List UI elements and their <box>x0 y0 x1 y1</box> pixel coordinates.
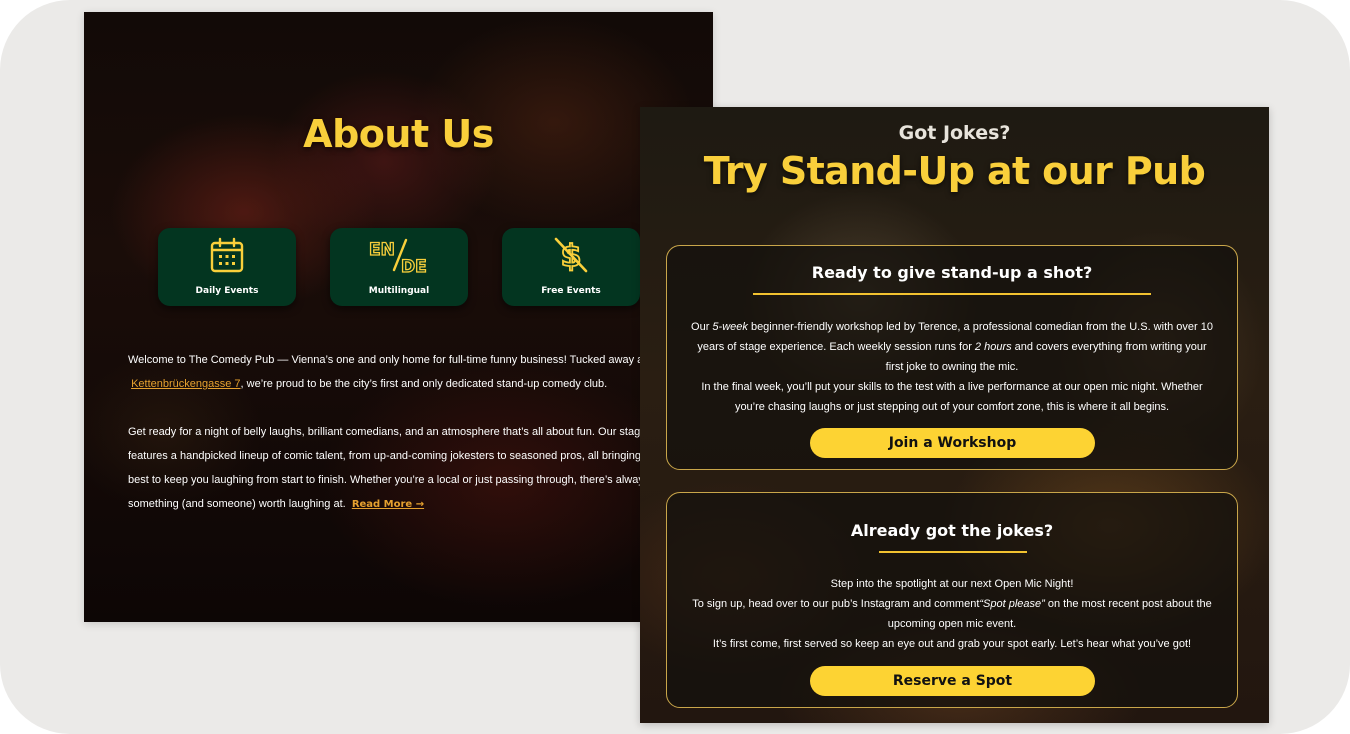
about-paragraph-1: Welcome to The Comedy Pub — Vienna’s one… <box>128 348 713 396</box>
workshop-description: Our 5-week beginner-friendly workshop le… <box>687 317 1217 417</box>
feature-card-daily-events: Daily Events <box>158 228 296 306</box>
open-mic-description: Step into the spotlight at our next Open… <box>687 574 1217 654</box>
open-mic-text-line: upcoming open mic event. <box>887 618 1017 630</box>
join-workshop-button[interactable]: Join a Workshop <box>810 428 1095 458</box>
no-dollar-icon: $ <box>502 236 640 274</box>
svg-text:EN: EN <box>369 240 395 260</box>
open-mic-text-line: To sign up, head over to our pub’s Insta… <box>692 598 1212 610</box>
about-text-line: something (and someone) worth laughing a… <box>128 498 346 510</box>
about-description: Welcome to The Comedy Pub — Vienna’s one… <box>128 348 713 541</box>
about-text-line: Welcome to The Comedy Pub — Vienna’s one… <box>128 354 647 366</box>
workshop-text-line: Our 5-week beginner-friendly workshop le… <box>691 321 1213 333</box>
workshop-card: Ready to give stand-up a shot? Our 5-wee… <box>666 245 1238 470</box>
open-mic-heading: Already got the jokes? <box>850 521 1054 540</box>
about-text-line: best to keep you laughing from start to … <box>128 474 644 486</box>
workshop-heading: Ready to give stand-up a shot? <box>811 263 1093 282</box>
reserve-spot-button[interactable]: Reserve a Spot <box>810 666 1095 696</box>
feature-card-multilingual: EN DE Multilingual <box>330 228 468 306</box>
feature-card-free-events: $ Free Events <box>502 228 640 306</box>
language-en-de-icon: EN DE <box>330 236 468 274</box>
standup-title: Try Stand-Up at our Pub <box>703 149 1206 193</box>
read-more-link[interactable]: Read More → <box>352 499 424 510</box>
address-link[interactable]: Kettenbrückengasse 7 <box>131 378 240 390</box>
heading-underline <box>753 293 1151 295</box>
feature-label: Daily Events <box>195 286 259 296</box>
workshop-text-line: In the final week, you’ll put your skill… <box>701 381 1203 393</box>
workshop-text-line: years of stage experience. Each weekly s… <box>697 341 1207 353</box>
svg-text:DE: DE <box>401 257 427 274</box>
about-title: About Us <box>303 112 494 156</box>
feature-label: Free Events <box>541 286 601 296</box>
open-mic-text-line: Step into the spotlight at our next Open… <box>830 578 1074 590</box>
heading-underline <box>879 551 1027 553</box>
standup-section: Got Jokes? Try Stand-Up at our Pub Ready… <box>640 107 1269 723</box>
screenshot-canvas: About Us Daily Events EN DE Multilingual… <box>0 0 1350 734</box>
about-text-line: Get ready for a night of belly laughs, b… <box>128 426 641 438</box>
about-paragraph-2: Get ready for a night of belly laughs, b… <box>128 420 713 517</box>
feature-label: Multilingual <box>368 286 430 296</box>
about-text-line: , we’re proud to be the city’s first and… <box>240 378 608 390</box>
standup-kicker: Got Jokes? <box>898 122 1011 144</box>
about-section: About Us Daily Events EN DE Multilingual… <box>84 12 713 622</box>
workshop-text-line: you’re chasing laughs or just stepping o… <box>734 401 1170 413</box>
calendar-icon <box>158 236 296 274</box>
workshop-text-line: first joke to owning the mic. <box>885 361 1019 373</box>
open-mic-card: Already got the jokes? Step into the spo… <box>666 492 1238 708</box>
open-mic-text-line: It’s first come, first served so keep an… <box>712 638 1192 650</box>
about-text-line: features a handpicked lineup of comic ta… <box>128 450 642 462</box>
